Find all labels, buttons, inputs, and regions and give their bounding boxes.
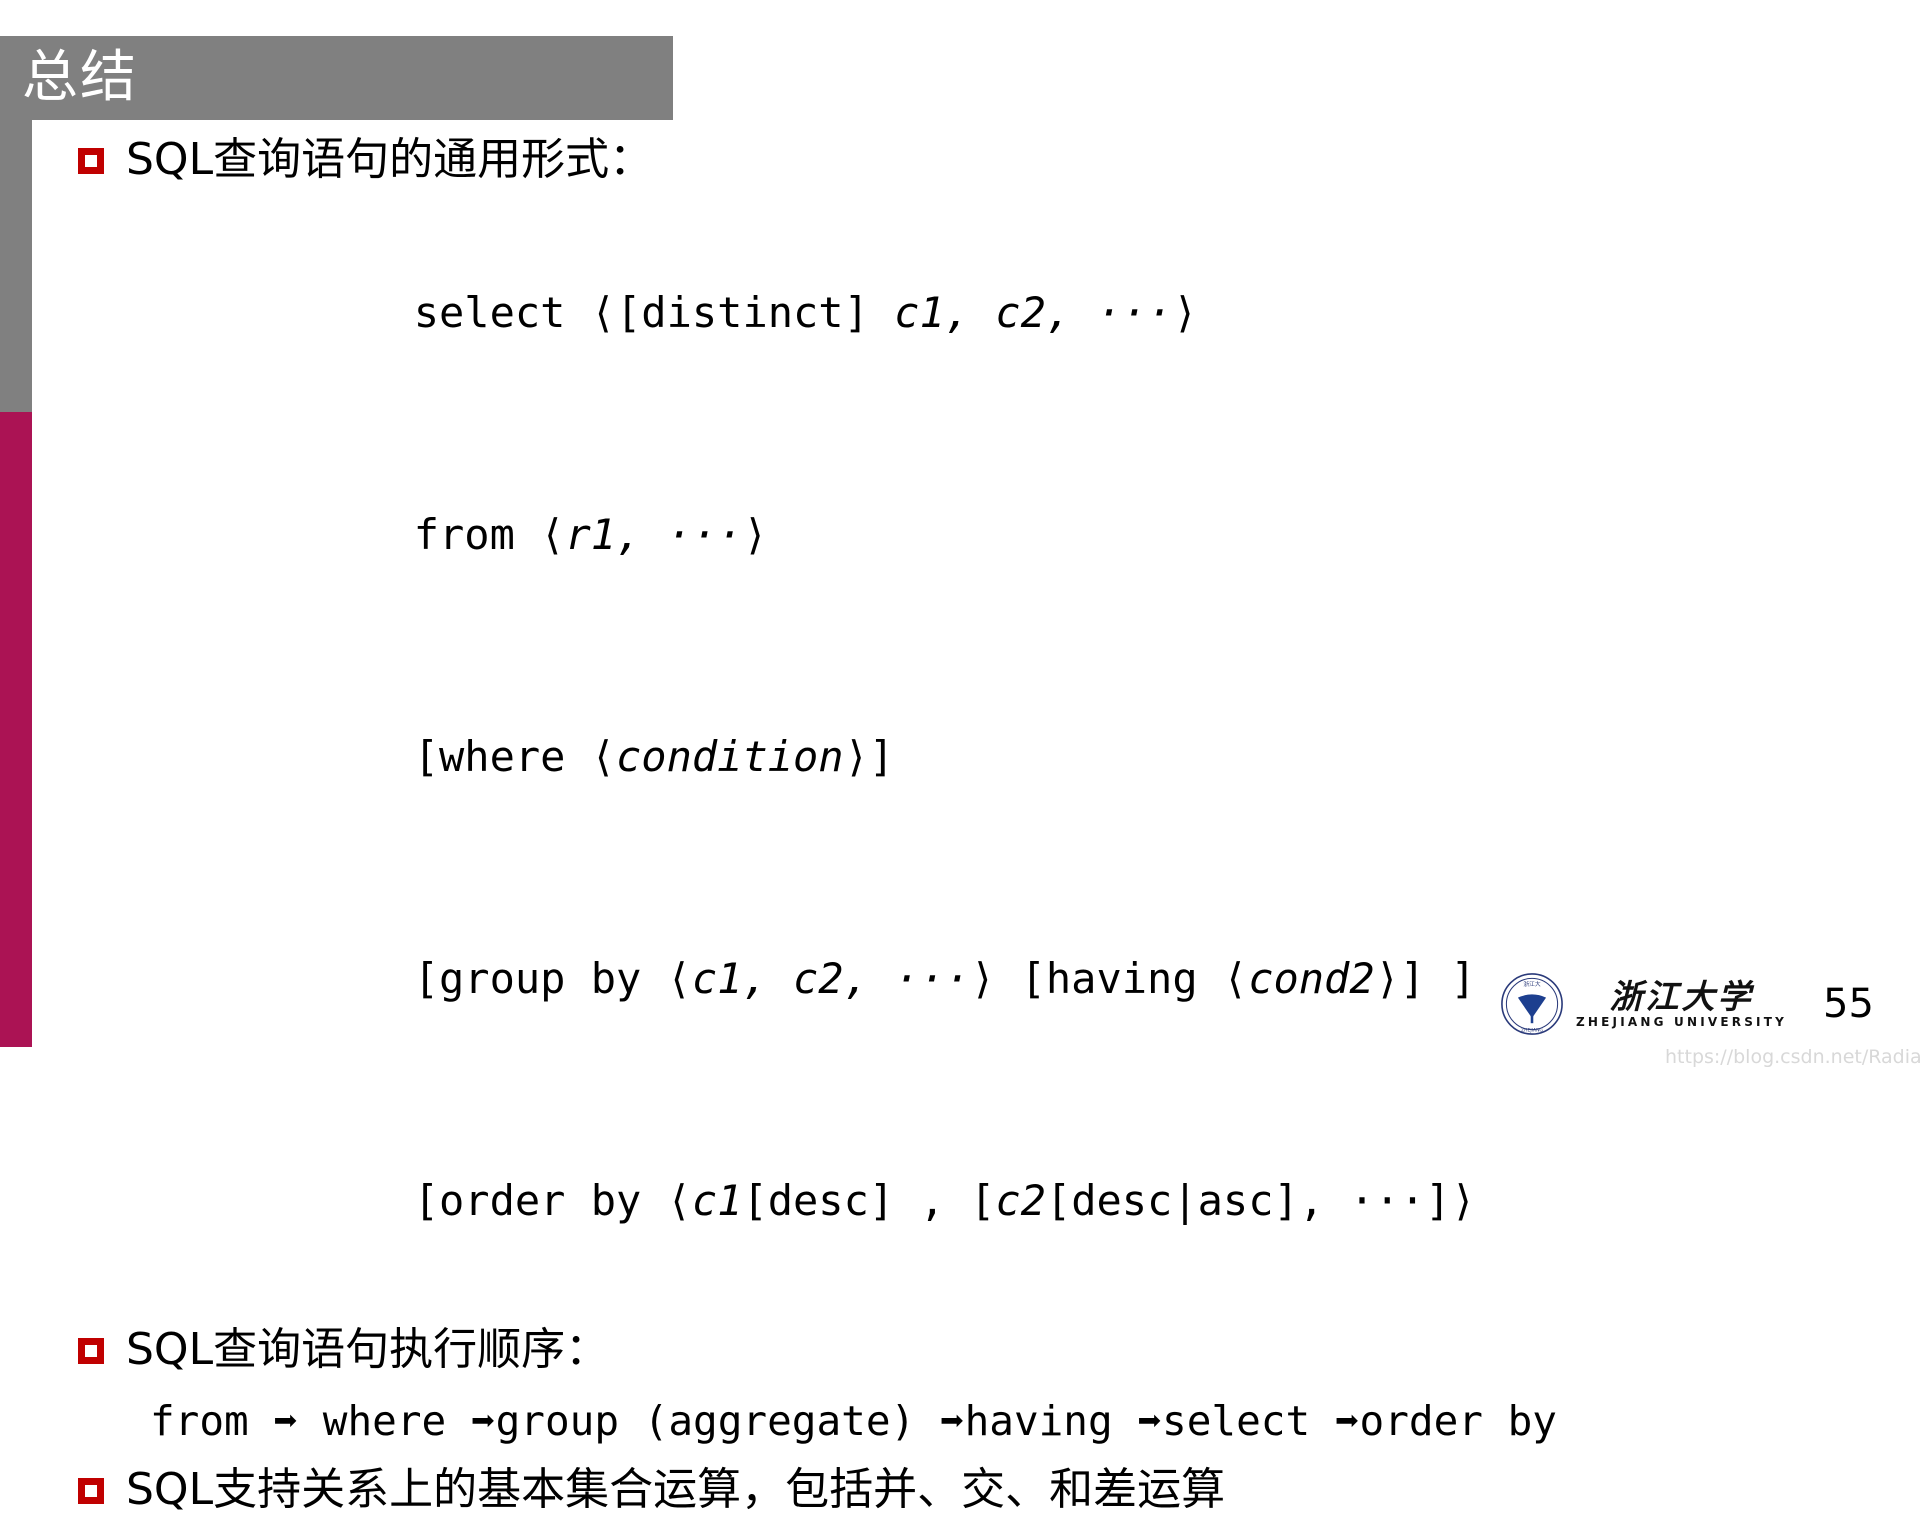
bullet-label: SQL查询语句执行顺序： — [126, 1324, 610, 1375]
syntax-variable: c1, c2, ··· — [691, 954, 971, 1003]
slide-canvas: 总结 SQL查询语句的通用形式： select ⟨[distinct] c1, … — [0, 0, 1920, 1515]
bullet-item-set-operations: SQL支持关系上的基本集合运算，包括并、交、和差运算 — [0, 1460, 1920, 1520]
syntax-keyword: [order by ⟨ — [413, 1176, 692, 1225]
syntax-punct: ⟩ — [1172, 288, 1198, 337]
syntax-variable: r1, ··· — [565, 510, 743, 559]
syntax-keyword: ⟩ [having ⟨ — [970, 954, 1249, 1003]
syntax-line-from: from ⟨r1, ···⟩ — [0, 424, 1920, 646]
syntax-variable: condition — [616, 732, 844, 781]
page-number: 55 — [1823, 981, 1874, 1027]
syntax-punct: ⟩] — [843, 732, 895, 781]
bullet-label: SQL查询语句的通用形式： — [126, 134, 654, 185]
bullet-item-general-form: SQL查询语句的通用形式： — [0, 130, 1920, 190]
zhejiang-university-seal-icon: 浙江大 ZHEJIANG — [1501, 973, 1563, 1035]
syntax-variable: c1, c2, ··· — [894, 288, 1173, 337]
syntax-variable: c1 — [691, 1176, 743, 1225]
syntax-variable: cond2 — [1248, 954, 1375, 1003]
syntax-line-where: [where ⟨condition⟩] — [0, 646, 1920, 868]
syntax-punct: ⟩] ] — [1374, 954, 1476, 1003]
syntax-keyword: [desc] , [ — [742, 1176, 996, 1225]
zhejiang-university-wordmark: 浙江大学 ZHEJIANG UNIVERSITY — [1576, 976, 1787, 1030]
syntax-punct: [desc|asc], ···]⟩ — [1045, 1176, 1476, 1225]
square-bullet-icon — [78, 1478, 104, 1504]
csdn-watermark: https://blog.csdn.net/RadiantJeral — [1665, 1046, 1920, 1068]
bullet-label: SQL支持关系上的基本集合运算，包括并、交、和差运算 — [126, 1464, 1226, 1515]
execution-order-sequence: from ➡ where ➡group (aggregate) ➡having … — [150, 1397, 1557, 1445]
syntax-line-order-by: [order by ⟨c1[desc] , [c2[desc|asc], ···… — [0, 1090, 1920, 1312]
square-bullet-icon — [78, 1338, 104, 1364]
svg-text:ZHEJIANG: ZHEJIANG — [1521, 1028, 1543, 1034]
syntax-keyword: [where ⟨ — [413, 732, 617, 781]
slide-content: SQL查询语句的通用形式： select ⟨[distinct] c1, c2,… — [0, 130, 1920, 1520]
syntax-keyword: [group by ⟨ — [413, 954, 692, 1003]
bullet-item-execution-order: SQL查询语句执行顺序： — [0, 1320, 1920, 1380]
square-bullet-icon — [78, 148, 104, 174]
page-title: 总结 — [22, 45, 138, 110]
syntax-line-select: select ⟨[distinct] c1, c2, ···⟩ — [0, 202, 1920, 424]
syntax-keyword: select ⟨[distinct] — [413, 288, 895, 337]
syntax-punct: ⟩ — [742, 510, 768, 559]
slide-footer: 浙江大 ZHEJIANG 浙江大学 ZHEJIANG UNIVERSITY 55 — [1500, 972, 1874, 1036]
zju-wordmark-chinese: 浙江大学 — [1609, 976, 1754, 1016]
syntax-keyword: from ⟨ — [413, 510, 566, 559]
syntax-variable: c2 — [995, 1176, 1046, 1225]
zju-wordmark-english: ZHEJIANG UNIVERSITY — [1576, 1014, 1787, 1029]
